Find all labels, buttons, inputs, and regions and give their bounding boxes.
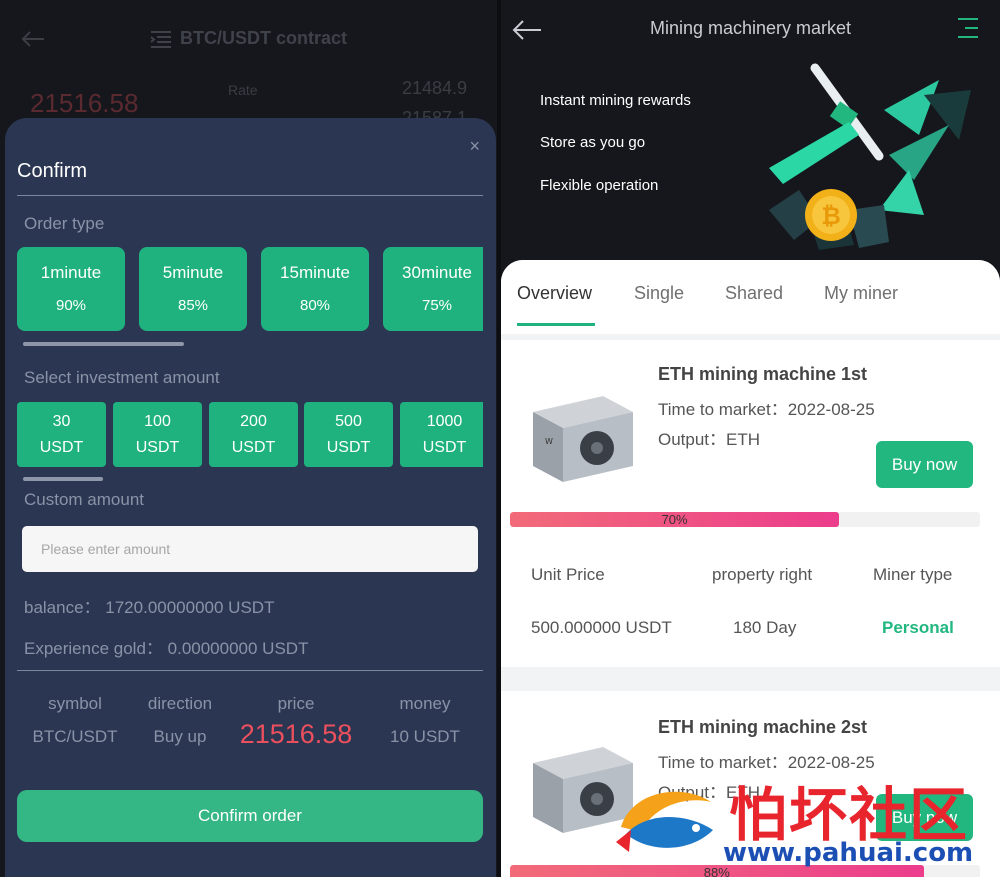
amount-value: 500 — [335, 413, 362, 430]
contract-title: BTC/USDT contract — [150, 28, 347, 49]
svg-text:₿: ₿ — [821, 202, 841, 230]
order-type-list: 1minute 90% 5minute 85% 15minute 80% 30m… — [17, 247, 483, 333]
summary-price: price 21516.58 — [236, 694, 356, 750]
list-icon — [150, 30, 171, 48]
summary-value: BTC/USDT — [32, 727, 118, 746]
order-type-percent: 90% — [55, 297, 87, 314]
divider — [17, 670, 483, 671]
amount-unit: USDT — [231, 439, 276, 456]
background-label: Rate — [228, 82, 258, 98]
confirm-screen: BTC/USDT contract 21516.58 Rate 21484.9 … — [0, 0, 497, 877]
tab-shared[interactable]: Shared — [725, 283, 783, 304]
amount-unit: USDT — [135, 439, 180, 456]
page-title: Mining machinery market — [649, 18, 852, 38]
feature-text: Flexible operation — [540, 177, 659, 194]
summary-value: Buy up — [153, 727, 207, 746]
table-header: Miner type — [873, 565, 953, 584]
order-type-time: 15minute — [280, 263, 350, 282]
mining-pickaxe-illustration: ₿ — [769, 63, 971, 250]
amount-value: 1000 — [426, 413, 463, 430]
summary-header: price — [277, 694, 315, 713]
menu-icon[interactable] — [956, 16, 980, 40]
close-icon[interactable]: × — [469, 136, 480, 157]
summary-header: direction — [147, 694, 213, 713]
summary-direction: direction Buy up — [120, 694, 240, 747]
feature-text: Instant mining rewards — [540, 92, 691, 109]
order-type-time: 5minute — [162, 263, 224, 282]
summary-header: symbol — [48, 694, 102, 713]
fish-logo-icon — [616, 791, 713, 852]
back-arrow-icon[interactable] — [18, 24, 48, 54]
amount-scrollbar[interactable] — [23, 477, 103, 481]
background-number: 21484.9 — [402, 78, 468, 98]
machine-name: ETH mining machine 1st — [658, 364, 868, 384]
confirm-modal: × Confirm Order type 1minute 90% 5minute… — [5, 118, 496, 877]
order-type-option[interactable]: 15minute 80% — [261, 247, 369, 331]
order-type-option[interactable]: 1minute 90% — [17, 247, 125, 331]
modal-title: Confirm — [17, 160, 88, 182]
summary-value: 10 USDT — [390, 727, 460, 746]
machine-card: W ETH mining machine 1st Time to market：… — [501, 340, 1000, 667]
tab-overview[interactable]: Overview — [517, 283, 592, 304]
summary-money: money 10 USDT — [365, 694, 485, 747]
amount-unit: USDT — [422, 439, 467, 456]
amount-unit: USDT — [39, 439, 84, 456]
active-tab-indicator — [517, 323, 595, 326]
miner-type-value: Personal — [882, 618, 954, 637]
order-type-time: 1minute — [40, 263, 102, 282]
amount-option[interactable]: 1000 USDT — [400, 402, 483, 467]
screenshot-root: BTC/USDT contract 21516.58 Rate 21484.9 … — [0, 0, 1000, 877]
svg-text:W: W — [545, 437, 553, 446]
summary-symbol: symbol BTC/USDT — [15, 694, 135, 747]
experience-gold-text: Experience gold： 0.00000000 USDT — [24, 639, 309, 658]
amount-option[interactable]: 30 USDT — [17, 402, 106, 467]
background-price: 21516.58 — [30, 88, 139, 118]
order-type-scrollbar[interactable] — [23, 342, 184, 346]
feature-text: Store as you go — [540, 134, 646, 151]
divider — [17, 195, 483, 196]
summary-price-value: 21516.58 — [239, 719, 353, 749]
amount-option[interactable]: 100 USDT — [113, 402, 202, 467]
amount-value: 30 — [52, 413, 71, 430]
watermark-url: www.pahuai.com — [723, 838, 974, 868]
buy-now-button[interactable]: Buy now — [876, 441, 973, 488]
machine-time-to-market: Time to market：2022-08-25 — [658, 400, 875, 419]
balance-text: balance： 1720.00000000 USDT — [24, 598, 275, 617]
order-type-label: Order type — [24, 214, 105, 233]
tab-my-miner[interactable]: My miner — [824, 283, 898, 304]
amount-value: 200 — [240, 413, 267, 430]
progress-label: 70% — [661, 512, 688, 527]
progress-bar: 70% — [510, 512, 980, 527]
order-type-percent: 75% — [421, 297, 453, 314]
table-header: Unit Price — [531, 565, 605, 584]
custom-amount-input[interactable] — [22, 526, 478, 572]
background-header: BTC/USDT contract 21516.58 Rate 21484.9 … — [0, 0, 497, 128]
machine-output: Output：ETH — [658, 430, 761, 449]
machine-name: ETH mining machine 2st — [658, 717, 868, 737]
amount-option[interactable]: 200 USDT — [209, 402, 298, 467]
tab-bar: Overview Single Shared My miner — [501, 260, 1000, 334]
mining-machine-image: W — [533, 396, 633, 482]
amount-option[interactable]: 500 USDT — [304, 402, 393, 467]
unit-price-value: 500.000000 USDT — [531, 618, 672, 637]
mining-market-screen: Mining machinery market Instant mining r… — [501, 0, 1000, 877]
order-type-percent: 85% — [177, 297, 209, 314]
property-right-value: 180 Day — [733, 618, 797, 637]
order-type-option[interactable]: 5minute 85% — [139, 247, 247, 331]
amount-list: 30 USDT 100 USDT 200 USDT 500 USDT 1000 — [17, 402, 483, 468]
order-type-percent: 80% — [299, 297, 331, 314]
custom-amount-label: Custom amount — [24, 490, 144, 509]
order-type-time: 30minute — [402, 263, 472, 282]
contract-title-text: BTC/USDT contract — [180, 28, 348, 48]
investment-label: Select investment amount — [24, 368, 220, 387]
tab-single[interactable]: Single — [634, 283, 684, 304]
watermark: 怕坏社区 www.pahuai.com — [611, 768, 991, 874]
summary-header: money — [399, 694, 451, 713]
amount-value: 100 — [144, 413, 171, 430]
order-type-option[interactable]: 30minute 75% — [383, 247, 483, 331]
table-header: property right — [712, 565, 813, 584]
amount-unit: USDT — [326, 439, 371, 456]
confirm-order-button[interactable]: Confirm order — [17, 790, 483, 842]
